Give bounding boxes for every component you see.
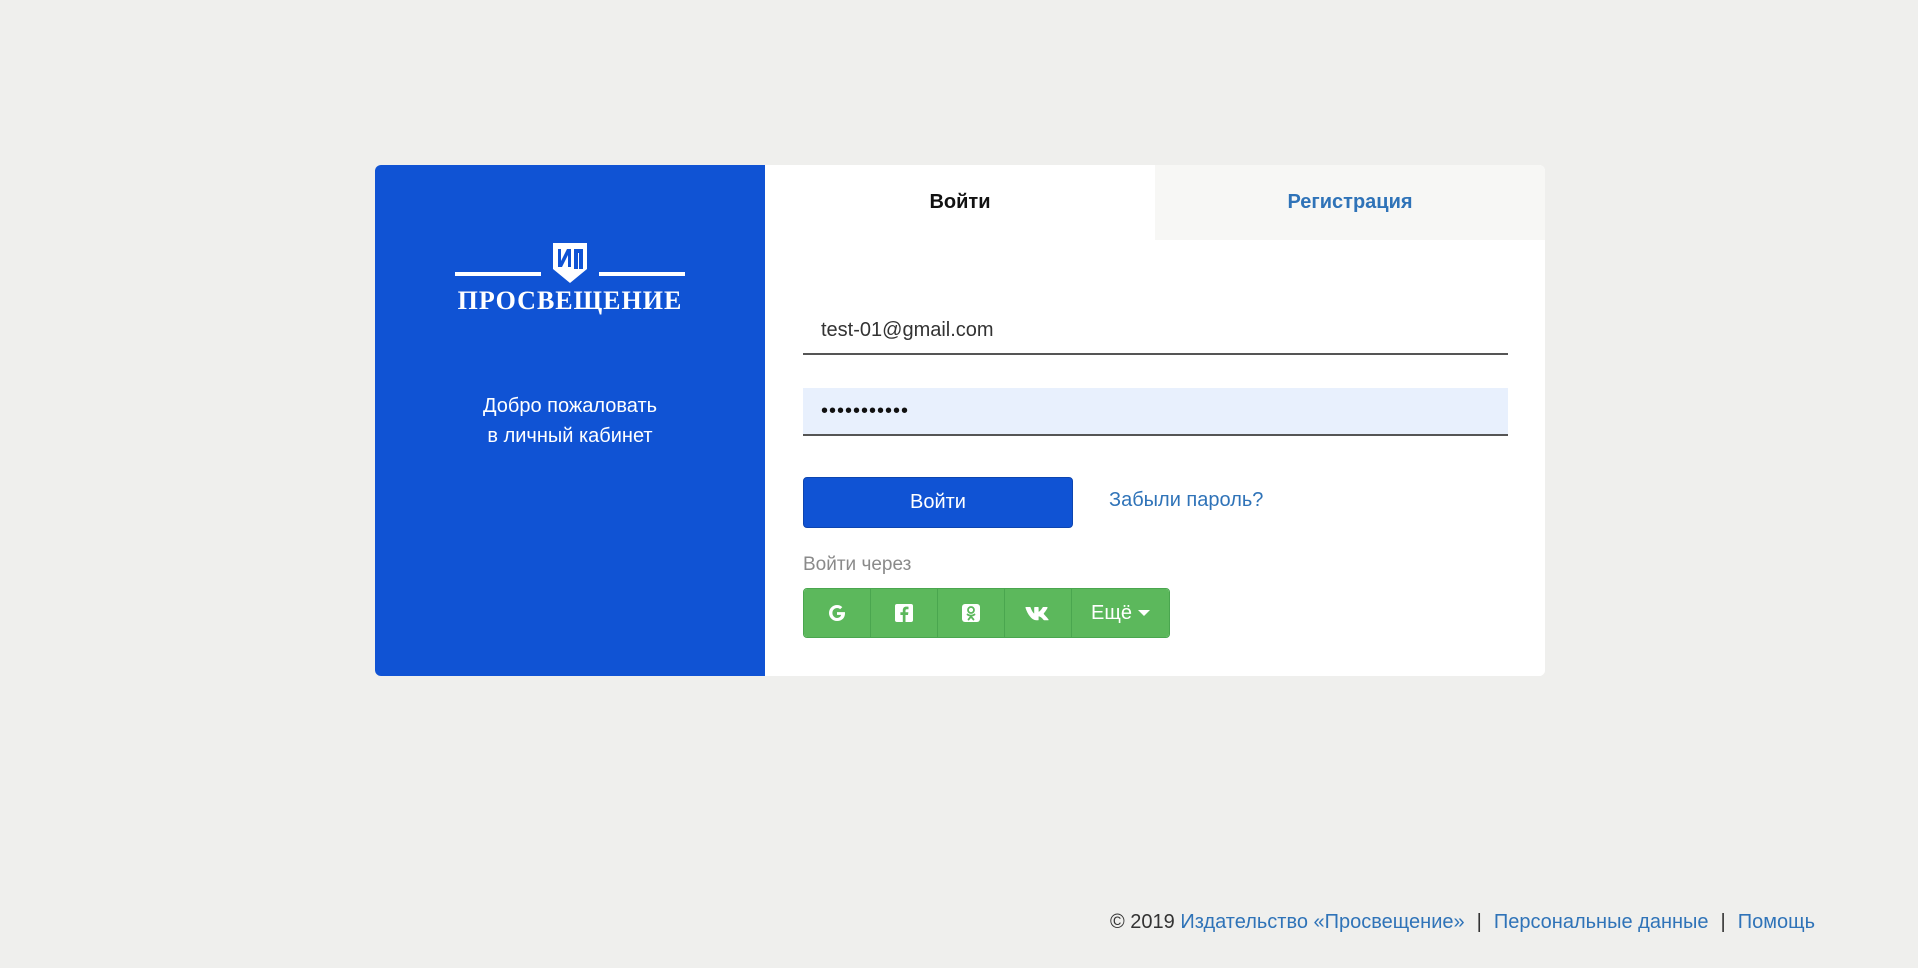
social-login-group: Ещё <box>803 588 1170 638</box>
footer-separator: | <box>1720 911 1726 933</box>
publisher-link[interactable]: Издательство «Просвещение» <box>1180 911 1464 934</box>
more-social-dropdown[interactable]: Ещё <box>1072 589 1169 637</box>
more-social-label: Ещё <box>1091 601 1132 624</box>
email-field[interactable] <box>803 307 1508 355</box>
welcome-text: Добро пожаловать в личный кабинет <box>483 391 657 451</box>
page-footer: © 2019 Издательство «Просвещение» | Перс… <box>1110 911 1815 934</box>
vk-login-button[interactable] <box>1005 589 1072 637</box>
tab-registration[interactable]: Регистрация <box>1155 165 1545 240</box>
facebook-icon <box>895 604 913 622</box>
odnoklassniki-login-button[interactable] <box>938 589 1005 637</box>
auth-tabs: Войти Регистрация <box>765 165 1545 240</box>
brand-panel: ПРОСВЕЩЕНИЕ Добро пожаловать в личный ка… <box>375 165 765 676</box>
prosveshchenie-logo: ПРОСВЕЩЕНИЕ <box>455 239 685 321</box>
google-login-button[interactable] <box>804 589 871 637</box>
logo-wordmark: ПРОСВЕЩЕНИЕ <box>457 286 683 315</box>
welcome-line-1: Добро пожаловать <box>482 395 658 417</box>
facebook-login-button[interactable] <box>871 589 938 637</box>
odnoklassniki-icon <box>962 604 980 622</box>
copyright-text: © 2019 <box>1109 911 1175 933</box>
logo-emblem-icon <box>455 243 685 283</box>
google-icon <box>829 605 845 621</box>
help-link[interactable]: Помощь <box>1738 911 1815 934</box>
caret-down-icon <box>1137 610 1150 616</box>
forgot-password-link[interactable]: Забыли пароль? <box>1109 489 1263 512</box>
password-field[interactable] <box>803 388 1508 436</box>
footer-separator: | <box>1476 911 1482 933</box>
login-button[interactable]: Войти <box>803 477 1073 528</box>
tab-login[interactable]: Войти <box>765 165 1155 240</box>
social-login-label: Войти через <box>803 554 912 575</box>
vk-icon <box>1025 607 1049 621</box>
personal-data-link[interactable]: Персональные данные <box>1494 911 1709 934</box>
welcome-line-2: в личный кабинет <box>487 425 653 447</box>
